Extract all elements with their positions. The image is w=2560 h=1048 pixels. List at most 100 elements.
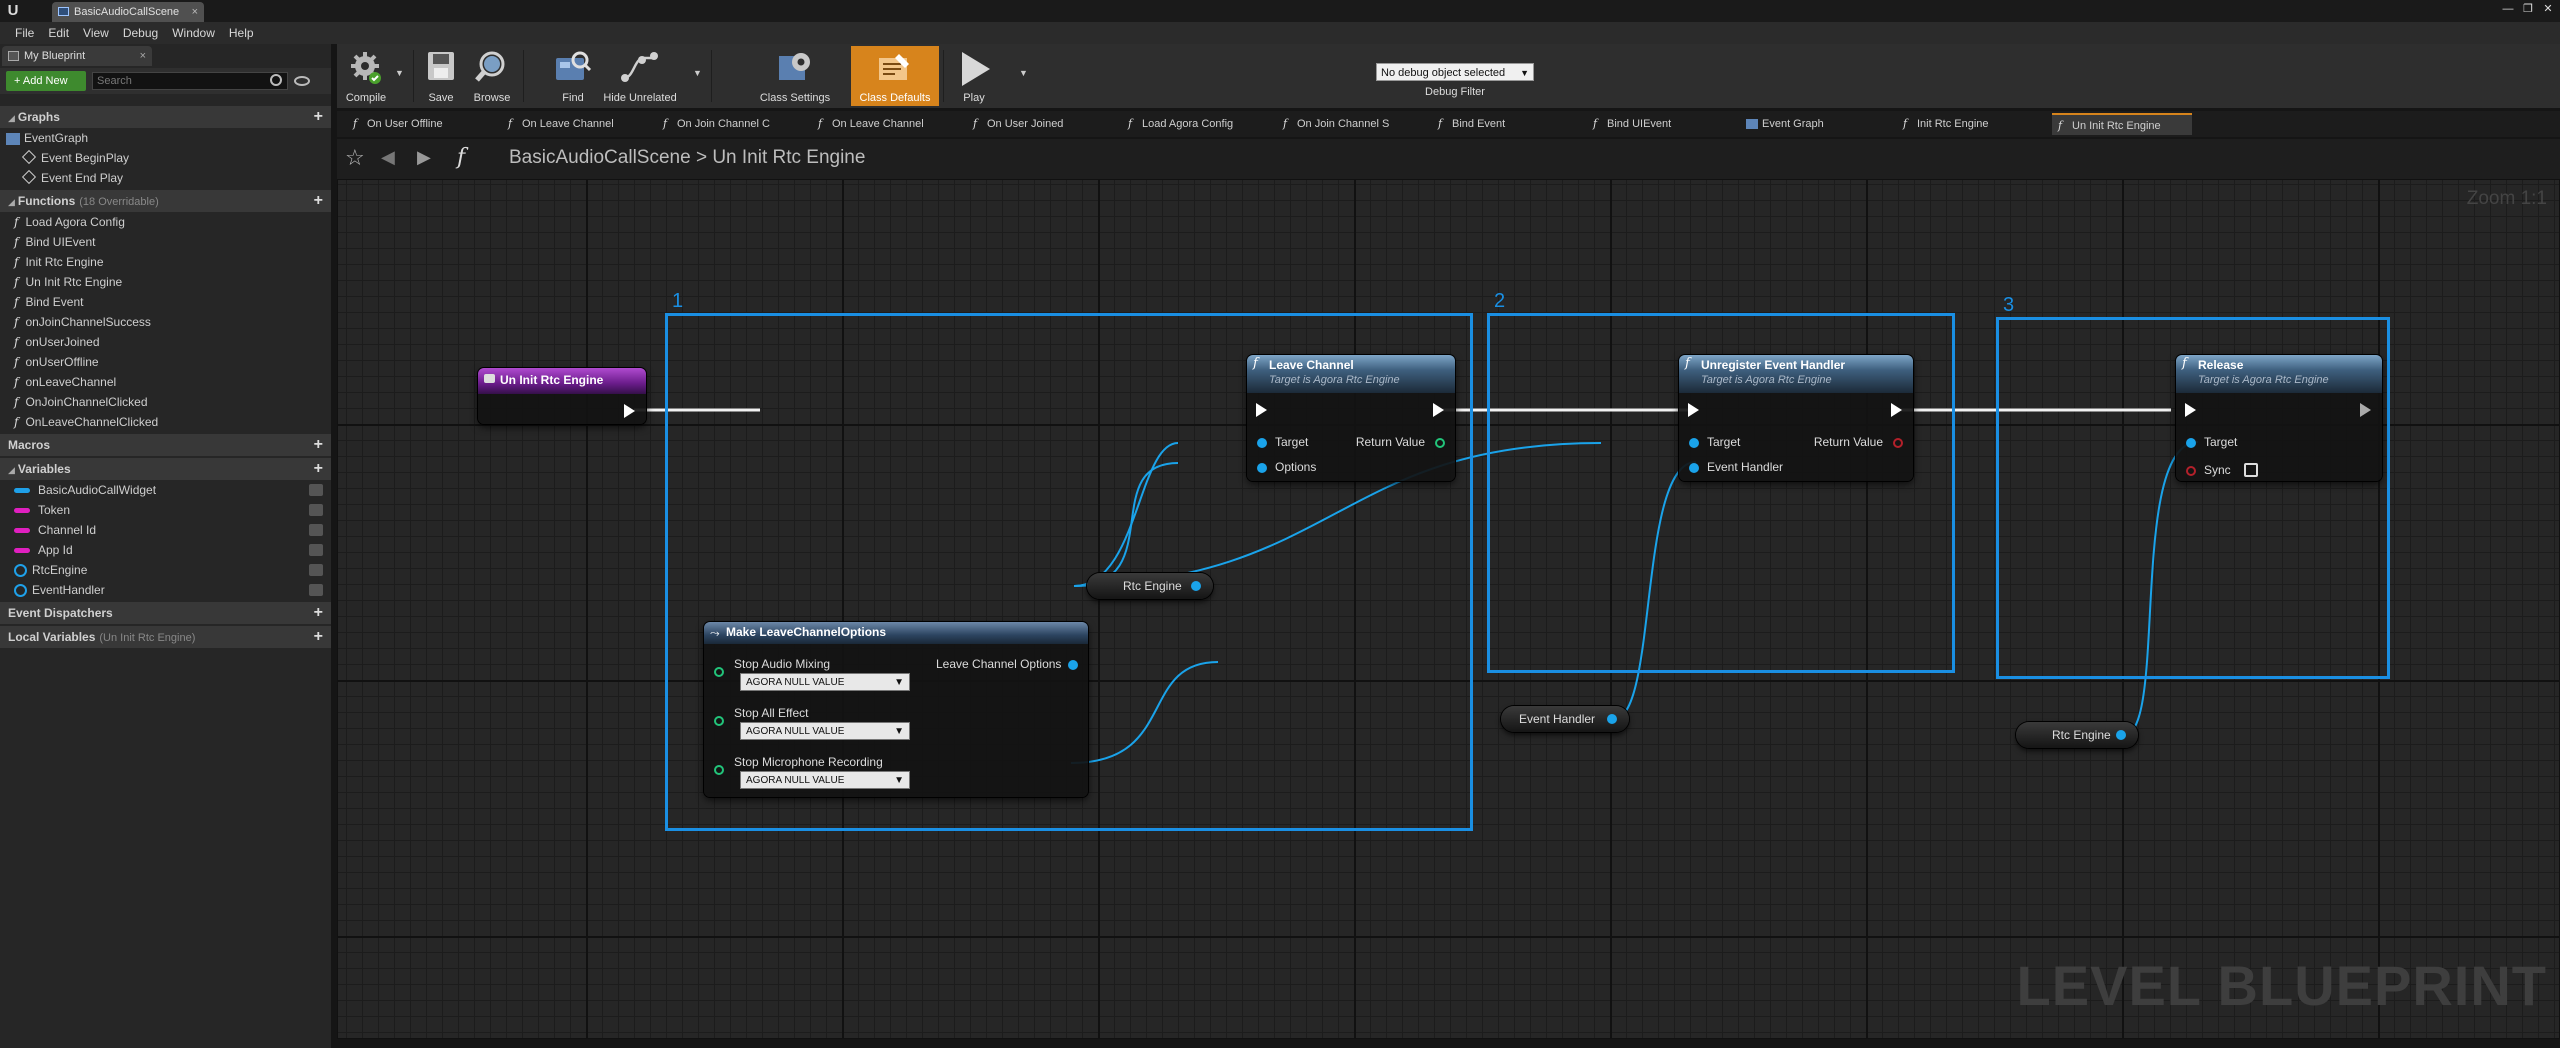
graph-tab[interactable]: f Bind UIEvent [1587, 113, 1727, 135]
variable-item[interactable]: BasicAudioCallWidget [0, 480, 331, 500]
play-button[interactable]: Play [949, 46, 999, 106]
close-icon[interactable]: × [140, 46, 146, 66]
event-item[interactable]: Event End Play [0, 168, 331, 188]
leave-channel-node[interactable]: f Leave Channel Target is Agora Rtc Engi… [1247, 355, 1455, 481]
visibility-toggle-icon[interactable] [309, 504, 323, 516]
return-value-pin[interactable] [1435, 438, 1445, 448]
function-item[interactable]: f Load Agora Config [0, 212, 331, 232]
collapse-arrow-icon[interactable]: ◢ [8, 465, 15, 475]
functions-section-header[interactable]: ◢ Functions (18 Overridable) + [0, 190, 331, 212]
graph-tab[interactable]: f Load Agora Config [1122, 113, 1262, 135]
collapse-arrow-icon[interactable]: ◢ [8, 197, 15, 207]
event-handler-variable-node[interactable]: Event Handler [1501, 706, 1629, 732]
function-item[interactable]: f Bind Event [0, 292, 331, 312]
event-graph-item[interactable]: EventGraph [0, 128, 331, 148]
hide-unrelated-button[interactable]: Hide Unrelated [597, 46, 683, 106]
browse-button[interactable]: Browse [467, 46, 517, 106]
function-item[interactable]: f Bind UIEvent [0, 232, 331, 252]
class-settings-button[interactable]: Class Settings [755, 46, 835, 106]
graph-tab[interactable]: f On Join Channel C [657, 113, 797, 135]
graphs-section-header[interactable]: ◢ Graphs + [0, 106, 331, 128]
stop-microphone-recording-pin[interactable] [714, 765, 724, 775]
close-icon[interactable]: × [192, 2, 198, 22]
favorite-star-icon[interactable]: ☆ [345, 145, 365, 171]
variable-item[interactable]: App Id [0, 540, 331, 560]
event-handler-output-pin[interactable] [1607, 714, 1617, 724]
release-node[interactable]: f Release Target is Agora Rtc Engine Tar… [2176, 355, 2382, 481]
stop-microphone-recording-dropdown[interactable]: AGORA NULL VALUE ▼ [740, 771, 910, 789]
return-value-pin[interactable] [1893, 438, 1903, 448]
unregister-event-handler-node[interactable]: f Unregister Event Handler Target is Ago… [1679, 355, 1913, 481]
exec-output-pin[interactable] [2360, 403, 2371, 417]
graph-tab[interactable]: f On Leave Channel [812, 113, 952, 135]
function-item[interactable]: f onLeaveChannel [0, 372, 331, 392]
function-item[interactable]: f onJoinChannelSuccess [0, 312, 331, 332]
save-button[interactable]: Save [419, 46, 463, 106]
variable-item[interactable]: RtcEngine [0, 560, 331, 580]
leave-channel-options-output-pin[interactable] [1068, 660, 1078, 670]
make-leave-channel-options-node[interactable]: ⤳ Make LeaveChannelOptions Leave Channel… [704, 622, 1088, 797]
blueprint-graph-canvas[interactable]: Zoom 1:1 LEVEL BLUEPRINT 1 2 3 Un Init R… [337, 179, 2560, 1039]
graph-tab[interactable]: f On Leave Channel [502, 113, 642, 135]
exec-input-pin[interactable] [2185, 403, 2196, 417]
compile-button[interactable]: Compile [341, 46, 391, 106]
options-pin[interactable] [1257, 463, 1267, 473]
graph-tab[interactable]: f On User Offline [347, 113, 487, 135]
function-item[interactable]: f OnJoinChannelClicked [0, 392, 331, 412]
function-item[interactable]: f onUserOffline [0, 352, 331, 372]
target-pin[interactable] [1257, 438, 1267, 448]
menu-window[interactable]: Window [165, 22, 222, 44]
menu-edit[interactable]: Edit [41, 22, 76, 44]
function-item[interactable]: f onUserJoined [0, 332, 331, 352]
search-input[interactable]: Search [92, 72, 288, 90]
graph-tab[interactable]: f Init Rtc Engine [1897, 113, 2037, 135]
macros-section-header[interactable]: Macros + [0, 434, 331, 456]
menu-debug[interactable]: Debug [116, 22, 165, 44]
visibility-toggle-icon[interactable] [309, 484, 323, 496]
function-entry-node[interactable]: Un Init Rtc Engine [478, 368, 646, 424]
event-item[interactable]: Event BeginPlay [0, 148, 331, 168]
event-handler-pin[interactable] [1689, 463, 1699, 473]
forward-arrow-icon[interactable]: ▶ [417, 147, 431, 168]
graph-tab[interactable]: Event Graph [1742, 113, 1882, 135]
exec-input-pin[interactable] [1688, 403, 1699, 417]
graph-tab[interactable]: f Bind Event [1432, 113, 1572, 135]
target-pin[interactable] [1689, 438, 1699, 448]
menu-view[interactable]: View [76, 22, 116, 44]
my-blueprint-tab[interactable]: My Blueprint × [2, 46, 152, 66]
class-defaults-button[interactable]: Class Defaults [851, 46, 939, 106]
document-tab[interactable]: BasicAudioCallScene × [52, 2, 204, 22]
graph-tab[interactable]: f Un Init Rtc Engine [2052, 113, 2192, 135]
exec-output-pin[interactable] [1433, 403, 1444, 417]
variables-section-header[interactable]: ◢ Variables + [0, 458, 331, 480]
variable-item[interactable]: Channel Id [0, 520, 331, 540]
graph-tab[interactable]: f On Join Channel S [1277, 113, 1417, 135]
debug-object-select[interactable]: No debug object selected ▼ [1376, 63, 1534, 81]
find-button[interactable]: Find [553, 46, 593, 106]
target-pin[interactable] [2186, 438, 2196, 448]
stop-audio-mixing-dropdown[interactable]: AGORA NULL VALUE ▼ [740, 673, 910, 691]
variable-item[interactable]: EventHandler [0, 580, 331, 600]
visibility-toggle-icon[interactable] [309, 564, 323, 576]
exec-output-pin[interactable] [1891, 403, 1902, 417]
compile-options-dropdown[interactable]: ▼ [393, 46, 407, 106]
add-macro-icon[interactable]: + [314, 434, 323, 456]
maximize-button[interactable]: ❐ [2520, 2, 2536, 16]
visibility-toggle-icon[interactable] [309, 524, 323, 536]
function-item[interactable]: f Un Init Rtc Engine [0, 272, 331, 292]
minimize-button[interactable]: — [2500, 2, 2516, 16]
add-graph-icon[interactable]: + [314, 106, 323, 128]
rtc-engine-variable-node[interactable]: Rtc Engine [1087, 573, 1213, 599]
visibility-toggle-icon[interactable] [309, 584, 323, 596]
add-function-icon[interactable]: + [314, 190, 323, 212]
hide-unrelated-options-dropdown[interactable]: ▼ [691, 46, 705, 106]
add-dispatcher-icon[interactable]: + [314, 602, 323, 624]
add-local-variable-icon[interactable]: + [314, 626, 323, 648]
rtc-engine-output-pin[interactable] [1191, 581, 1201, 591]
collapse-arrow-icon[interactable]: ◢ [8, 113, 15, 123]
variable-item[interactable]: Token [0, 500, 331, 520]
stop-all-effect-pin[interactable] [714, 716, 724, 726]
stop-all-effect-dropdown[interactable]: AGORA NULL VALUE ▼ [740, 722, 910, 740]
stop-audio-mixing-pin[interactable] [714, 667, 724, 677]
exec-input-pin[interactable] [1256, 403, 1267, 417]
